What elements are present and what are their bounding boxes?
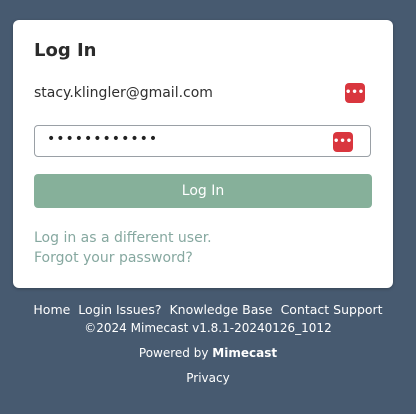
password-input[interactable]: •••••••••••• •••| <box>34 125 371 157</box>
password-manager-icon[interactable]: •••| <box>345 83 368 103</box>
powered-by: Powered by Mimecast <box>0 346 416 360</box>
footer-link-contact-support[interactable]: Contact Support <box>281 302 383 317</box>
footer-link-home[interactable]: Home <box>33 302 70 317</box>
password-manager-icon[interactable]: •••| <box>333 132 356 152</box>
page-title: Log In <box>34 40 97 61</box>
forgot-password-link[interactable]: Forgot your password? <box>34 250 193 266</box>
password-masked-value: •••••••••••• <box>47 131 159 147</box>
login-card: Log In stacy.klingler@gmail.com •••| •••… <box>13 20 393 288</box>
footer-link-login-issues[interactable]: Login Issues? <box>78 302 161 317</box>
powered-by-brand: Mimecast <box>212 346 278 360</box>
different-user-link[interactable]: Log in as a different user. <box>34 230 212 246</box>
email-display: stacy.klingler@gmail.com <box>34 85 213 101</box>
login-button[interactable]: Log In <box>34 174 372 208</box>
copyright-text: ©2024 Mimecast v1.8.1-20240126_1012 <box>84 321 332 335</box>
privacy-link[interactable]: Privacy <box>0 371 416 385</box>
powered-by-prefix: Powered by <box>138 346 209 360</box>
footer-links: Home Login Issues? Knowledge Base Contac… <box>0 302 416 317</box>
footer-link-knowledge-base[interactable]: Knowledge Base <box>169 302 272 317</box>
